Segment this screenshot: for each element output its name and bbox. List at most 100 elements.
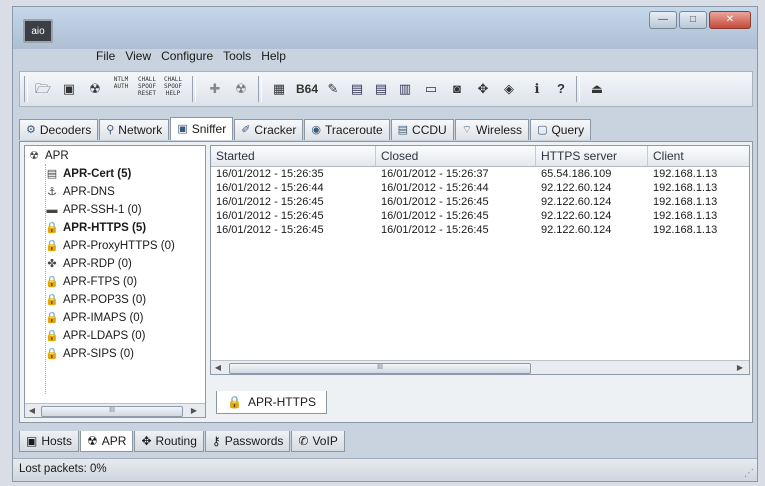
cell-https-server: 65.54.186.109 (541, 168, 612, 180)
tab-label: Hosts (41, 433, 73, 448)
tab-apr-https[interactable]: 🔒 APR-HTTPS (216, 391, 327, 414)
open-folder-icon[interactable]: 🗁 (32, 78, 54, 100)
hash-table-icon[interactable]: ▤ (370, 78, 392, 100)
tree-item-apr-dns[interactable]: ⚓ APR-DNS (45, 184, 115, 200)
tab-network[interactable]: ⚲ Network (99, 119, 170, 140)
network-adapter-icon[interactable]: ▣ (58, 78, 80, 100)
scroll-thumb[interactable]: III (41, 406, 183, 417)
menu-configure[interactable]: Configure (156, 47, 218, 65)
cell-https-server: 92.122.60.124 (541, 182, 612, 194)
rainbow-icon[interactable]: ▥ (394, 78, 416, 100)
tree-item-apr-rdp[interactable]: ✤ APR-RDP (0) (45, 256, 132, 272)
tree-item-apr-ssh[interactable]: ▬ APR-SSH-1 (0) (45, 202, 142, 218)
minimize-button[interactable]: — (649, 11, 677, 29)
tab-sniffer[interactable]: ▣ Sniffer (170, 117, 234, 140)
column-closed[interactable]: Closed (376, 146, 536, 166)
tree-item-apr-pop3s[interactable]: 🔒 APR-POP3S (0) (45, 292, 146, 308)
tree-item-apr-ftps[interactable]: 🔒 APR-FTPS (0) (45, 274, 137, 290)
resize-grip-icon[interactable]: ⋰ (744, 468, 754, 479)
scroll-right-icon[interactable]: ▶ (189, 405, 199, 417)
decoders-icon: ⚙ (26, 123, 36, 136)
cell-started: 16/01/2012 - 15:26:45 (216, 224, 324, 236)
tab-hosts[interactable]: ▣ Hosts (19, 431, 80, 452)
table-row[interactable]: 16/01/2012 - 15:26:35 16/01/2012 - 15:26… (211, 167, 749, 181)
tab-wireless[interactable]: ⌔ Wireless (454, 119, 530, 140)
ssh-icon: ▬ (46, 204, 58, 216)
tab-decoders[interactable]: ⚙ Decoders (19, 119, 99, 140)
scroll-thumb[interactable]: III (229, 363, 531, 374)
https-sessions-table: Started Closed HTTPS server Client 16/01… (210, 145, 750, 375)
tab-apr[interactable]: ☢ APR (80, 431, 134, 452)
network-icon: ⚲ (106, 123, 115, 136)
query-icon: ▢ (537, 123, 548, 136)
tab-voip[interactable]: ✆ VoIP (291, 431, 345, 452)
ntlm-auth-icon[interactable]: NTLM AUTH (110, 76, 132, 98)
hash-calc-icon[interactable]: ▤ (346, 78, 368, 100)
menu-file[interactable]: File (91, 47, 120, 65)
table-row[interactable]: 16/01/2012 - 15:26:45 16/01/2012 - 15:26… (211, 209, 749, 223)
table-row[interactable]: 16/01/2012 - 15:26:44 16/01/2012 - 15:26… (211, 181, 749, 195)
tree-item-apr-proxyhttps[interactable]: 🔒 APR-ProxyHTTPS (0) (45, 238, 175, 254)
scroll-left-icon[interactable]: ◀ (213, 362, 223, 374)
close-button[interactable]: ✕ (709, 11, 751, 29)
tree-item-label: APR-DNS (63, 186, 115, 198)
sniffer-panel: ☢ APR ▤ APR-Cert (5) ⚓ APR-DNS ▬ APR-SSH… (19, 141, 753, 423)
wizard-icon[interactable]: ✎ (322, 78, 344, 100)
menu-tools[interactable]: Tools (218, 47, 256, 65)
menu-view[interactable]: View (120, 47, 156, 65)
table-row[interactable]: 16/01/2012 - 15:26:45 16/01/2012 - 15:26… (211, 195, 749, 209)
column-client[interactable]: Client (648, 146, 749, 166)
base64-icon[interactable]: B64 (296, 78, 318, 100)
table-row[interactable]: 16/01/2012 - 15:26:45 16/01/2012 - 15:26… (211, 223, 749, 237)
cell-client: 192.168.1.13 (653, 182, 718, 194)
info-icon[interactable]: ℹ (526, 78, 548, 100)
tab-routing[interactable]: ✥ Routing (134, 431, 204, 452)
scroll-left-icon[interactable]: ◀ (27, 405, 37, 417)
tree-item-apr-ldaps[interactable]: 🔒 APR-LDAPS (0) (45, 328, 145, 344)
hosts-icon: ▣ (26, 433, 38, 448)
radiation-gray-icon[interactable]: ☢ (230, 78, 252, 100)
lock-icon: 🔒 (45, 276, 59, 288)
tab-cracker[interactable]: ✐ Cracker (234, 119, 304, 140)
tree-item-apr-sips[interactable]: 🔒 APR-SIPS (0) (45, 346, 134, 362)
tab-label: Network (118, 122, 163, 137)
tree-item-apr-cert[interactable]: ▤ APR-Cert (5) (45, 166, 132, 182)
tree-item-apr-https[interactable]: 🔒 APR-HTTPS (5) (45, 220, 146, 236)
help-icon[interactable]: ? (550, 78, 572, 100)
add-icon[interactable]: ✚ (204, 78, 226, 100)
tree-horizontal-scrollbar[interactable]: ◀ III ▶ (25, 403, 205, 417)
dictionary-icon[interactable]: ◈ (498, 78, 520, 100)
voip-icon: ✆ (298, 433, 309, 448)
tree-item-apr-imaps[interactable]: 🔒 APR-IMAPS (0) (45, 310, 143, 326)
table-horizontal-scrollbar[interactable]: ◀ III ▶ (211, 360, 749, 374)
cell-closed: 16/01/2012 - 15:26:44 (381, 182, 489, 194)
tab-query[interactable]: ▢ Query (530, 119, 592, 140)
cell-client: 192.168.1.13 (653, 168, 718, 180)
tab-traceroute[interactable]: ◉ Traceroute (304, 119, 390, 140)
exit-icon[interactable]: ⏏ (586, 78, 608, 100)
tab-passwords[interactable]: ⚷ Passwords (204, 431, 291, 452)
scroll-right-icon[interactable]: ▶ (735, 362, 745, 374)
apr-tree[interactable]: ☢ APR ▤ APR-Cert (5) ⚓ APR-DNS ▬ APR-SSH… (24, 145, 206, 418)
terminal-icon[interactable]: ▭ (420, 78, 442, 100)
chall-spoof-reset-icon[interactable]: CHALL SPOOF RESET (136, 76, 158, 98)
chall-spoof-help-icon[interactable]: CHALL SPOOF HELP (162, 76, 184, 98)
dns-icon: ⚓ (47, 186, 57, 198)
column-https-server[interactable]: HTTPS server (536, 146, 648, 166)
tree-item-label: APR-RDP (0) (63, 258, 132, 270)
tab-label: Sniffer (191, 121, 227, 136)
maximize-button[interactable]: □ (679, 11, 707, 29)
tree-item-label: APR-SIPS (0) (63, 348, 134, 360)
menu-help[interactable]: Help (256, 47, 291, 65)
apr-icon: ☢ (29, 150, 39, 162)
tab-ccdu[interactable]: ▤ CCDU (390, 119, 454, 140)
wireless-tool-icon[interactable]: ✥ (472, 78, 494, 100)
toolbar-separator (24, 76, 28, 102)
radiation-icon[interactable]: ☢ (84, 78, 106, 100)
column-started[interactable]: Started (211, 146, 376, 166)
certificate-tool-icon[interactable]: ▦ (268, 78, 290, 100)
tree-root[interactable]: ☢ APR (27, 148, 69, 164)
window-controls: — □ ✕ (649, 11, 751, 29)
app-icon[interactable]: aio (23, 19, 53, 43)
monitor-icon[interactable]: ◙ (446, 78, 468, 100)
